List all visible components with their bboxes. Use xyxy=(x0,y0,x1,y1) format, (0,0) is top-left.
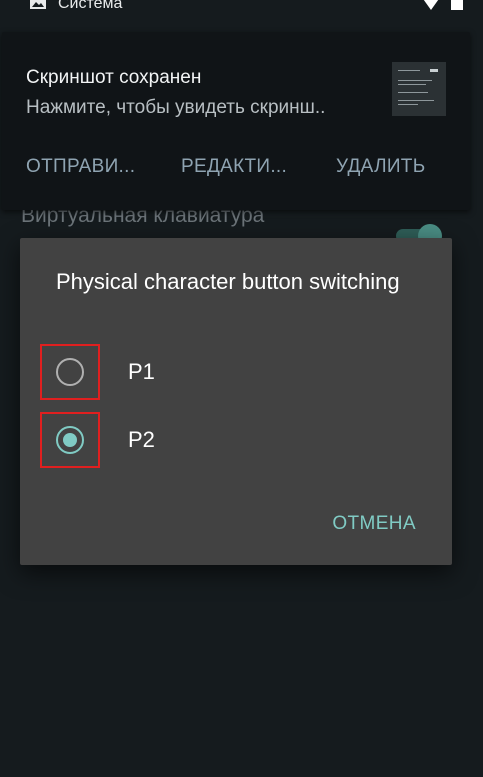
notification-actions: ОТПРАВИ... РЕДАКТИ... УДАЛИТЬ xyxy=(2,152,470,182)
delete-button[interactable]: УДАЛИТЬ xyxy=(336,152,425,182)
switching-dialog: Physical character button switching P1 P… xyxy=(20,238,452,565)
option-p1[interactable]: P1 xyxy=(40,344,432,400)
notification-title: Скриншот сохранен xyxy=(26,67,202,88)
option-label-p2: P2 xyxy=(128,427,155,452)
dialog-title: Physical character button switching xyxy=(56,269,400,294)
wifi-icon xyxy=(423,0,439,10)
image-icon xyxy=(30,0,46,9)
notification-subtitle: Нажмите, чтобы увидеть скринш.. xyxy=(26,97,326,118)
screenshot-thumbnail[interactable] xyxy=(392,62,446,116)
share-button[interactable]: ОТПРАВИ... xyxy=(26,152,135,182)
radio-p2[interactable] xyxy=(56,426,84,454)
cancel-button[interactable]: ОТМЕНА xyxy=(332,510,416,538)
edit-button[interactable]: РЕДАКТИ... xyxy=(181,152,287,182)
status-bar: Система xyxy=(0,0,483,16)
radio-selected-dot xyxy=(63,433,77,447)
option-p2[interactable]: P2 xyxy=(40,412,432,468)
screenshot-notification[interactable]: Скриншот сохранен Нажмите, чтобы увидеть… xyxy=(2,32,470,210)
status-app-name: Система xyxy=(58,0,123,12)
option-label-p1: P1 xyxy=(128,359,155,384)
battery-icon xyxy=(451,0,463,10)
radio-p1[interactable] xyxy=(56,358,84,386)
